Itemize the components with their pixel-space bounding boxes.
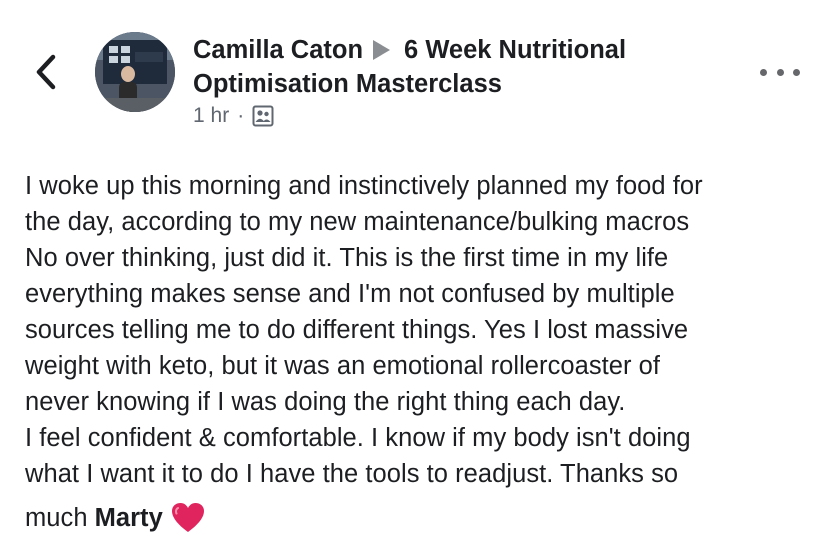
chevron-left-icon — [36, 54, 56, 90]
avatar-photo — [95, 32, 175, 112]
post-text-fragment: much — [25, 504, 88, 532]
ellipsis-dot — [760, 68, 767, 76]
group-name-part-2[interactable]: Optimisation Masterclass — [193, 70, 502, 98]
mention-link[interactable]: Marty — [95, 500, 163, 536]
post-text-last-line: much Marty — [25, 500, 815, 536]
post-text-line: everything makes sense and I'm not confu… — [25, 280, 675, 308]
post-text-line: I feel confident & comfortable. I know i… — [25, 424, 691, 452]
ellipsis-dot — [793, 68, 800, 76]
post-text-line: sources telling me to do different thing… — [25, 316, 689, 344]
arrow-right-icon — [373, 40, 391, 60]
group-icon — [252, 105, 274, 127]
meta-separator: · — [237, 104, 245, 127]
timestamp[interactable]: 1 hr — [193, 104, 229, 128]
title-line-1: Camilla Caton 6 Week Nutritional — [193, 33, 713, 67]
post-text-line: what I want it to do I have the tools to… — [25, 460, 679, 488]
title-line-2: Optimisation Masterclass — [193, 67, 713, 101]
post-body: I woke up this morning and instinctively… — [25, 168, 815, 536]
avatar[interactable] — [95, 32, 175, 112]
ellipsis-dot — [776, 68, 784, 76]
author-name[interactable]: Camilla Caton — [193, 36, 363, 64]
post-text-line: No over thinking, just did it. This is t… — [25, 244, 669, 272]
post-text-line: never knowing if I was doing the right t… — [25, 388, 626, 416]
back-button[interactable] — [26, 50, 66, 94]
post-meta: 1 hr · — [193, 104, 713, 128]
more-options-button[interactable] — [760, 60, 800, 84]
post-text-line: weight with keto, but it was an emotiona… — [25, 352, 661, 380]
group-name-part-1[interactable]: 6 Week Nutritional — [404, 36, 626, 64]
post-text-line: I woke up this morning and instinctively… — [25, 172, 703, 200]
post-header: Camilla Caton 6 Week Nutritional Optimisa… — [0, 0, 828, 150]
post-title: Camilla Caton 6 Week Nutritional Optimisa… — [193, 33, 713, 128]
red-heart-icon — [171, 503, 204, 532]
post-text-line: the day, according to my new maintenance… — [25, 208, 690, 236]
